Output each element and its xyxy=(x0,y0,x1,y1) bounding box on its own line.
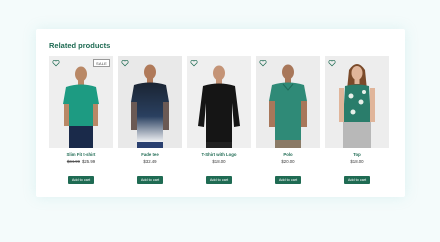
heart-icon[interactable] xyxy=(121,59,129,67)
product-card: SALE Slim Fit t-shirt $34.99 $25.99 Add t… xyxy=(49,56,113,186)
product-card: T-Shirt with Logo $18.00 Add to cart xyxy=(187,56,251,186)
product-image[interactable] xyxy=(256,56,320,148)
related-products-card: Related products SALE Slim Fit t-shirt $… xyxy=(36,29,405,197)
sale-badge: SALE xyxy=(92,59,110,67)
product-card: Fade tee $32.49 Add to cart xyxy=(118,56,182,186)
add-to-cart-button[interactable]: Add to cart xyxy=(136,176,164,184)
model-photo xyxy=(118,56,182,148)
heart-icon[interactable] xyxy=(190,59,198,67)
add-to-cart-button[interactable]: Add to cart xyxy=(343,176,371,184)
add-to-cart-button[interactable]: Add to cart xyxy=(205,176,233,184)
current-price: $25.99 xyxy=(82,159,96,164)
current-price: $18.00 xyxy=(350,159,364,164)
product-image[interactable] xyxy=(325,56,389,148)
heart-icon[interactable] xyxy=(259,59,267,67)
current-price: $20.00 xyxy=(281,159,295,164)
product-name[interactable]: Top xyxy=(325,152,389,157)
heart-icon[interactable] xyxy=(328,59,336,67)
product-price: $20.00 xyxy=(256,159,320,164)
heart-icon[interactable] xyxy=(52,59,60,67)
product-image[interactable] xyxy=(187,56,251,148)
product-price: $18.00 xyxy=(187,159,251,164)
product-price: $34.99 $25.99 xyxy=(49,159,113,164)
model-photo xyxy=(256,56,320,148)
product-card: Top $18.00 Add to cart xyxy=(325,56,389,186)
product-name[interactable]: Polo xyxy=(256,152,320,157)
product-image[interactable] xyxy=(118,56,182,148)
current-price: $18.00 xyxy=(212,159,226,164)
product-price: $18.00 xyxy=(325,159,389,164)
product-name[interactable]: Slim Fit t-shirt xyxy=(49,152,113,157)
add-to-cart-button[interactable]: Add to cart xyxy=(67,176,95,184)
product-price: $32.49 xyxy=(118,159,182,164)
product-name[interactable]: T-Shirt with Logo xyxy=(187,152,251,157)
product-name[interactable]: Fade tee xyxy=(118,152,182,157)
add-to-cart-button[interactable]: Add to cart xyxy=(274,176,302,184)
product-image[interactable]: SALE xyxy=(49,56,113,148)
model-photo xyxy=(49,56,113,148)
section-title: Related products xyxy=(49,41,111,50)
model-photo xyxy=(325,56,389,148)
current-price: $32.49 xyxy=(143,159,157,164)
model-photo xyxy=(187,56,251,148)
old-price: $34.99 xyxy=(66,159,80,164)
product-card: Polo $20.00 Add to cart xyxy=(256,56,320,186)
